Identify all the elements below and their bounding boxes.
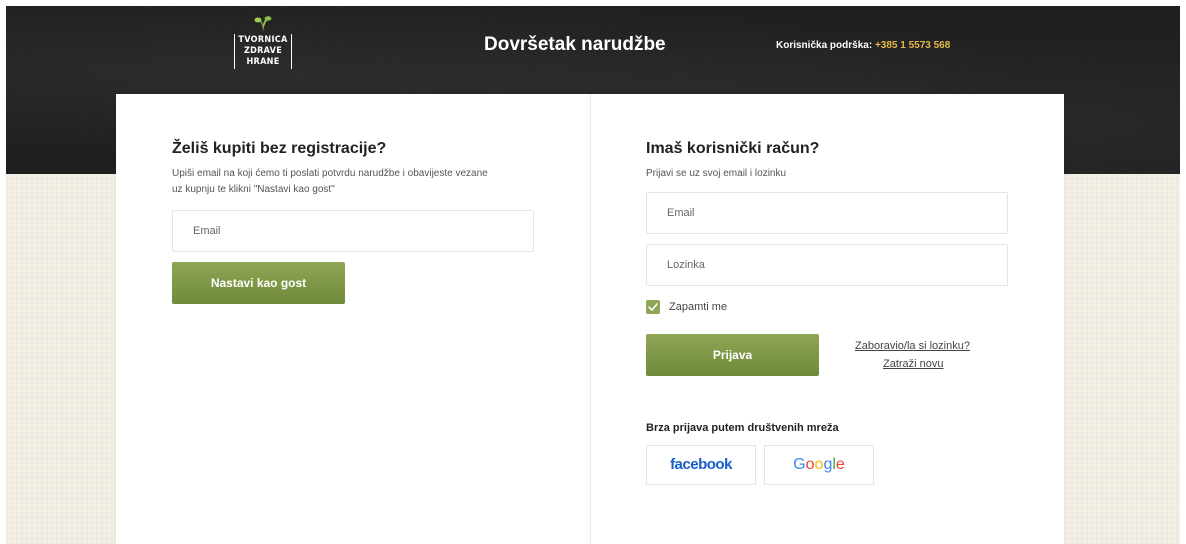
logo-line-1: TVORNICA: [238, 35, 288, 45]
login-description: Prijavi se uz svoj email i lozinku: [646, 168, 787, 179]
logo-line-2: ZDRAVE: [243, 46, 283, 56]
page-title: Dovršetak narudžbe: [484, 34, 666, 55]
guest-description: Upiši email na koji ćemo ti poslati potv…: [172, 166, 552, 198]
guest-description-line-1: Upiši email na koji ćemo ti poslati potv…: [172, 168, 488, 179]
forgot-password-link[interactable]: Zaboravio/la si lozinku?: [855, 340, 970, 352]
logo-line-3: HRANE: [246, 57, 280, 67]
support-info: Korisnička podrška: +385 1 5573 568: [776, 40, 950, 51]
facebook-login-button[interactable]: facebook: [646, 445, 756, 485]
google-letter: e: [835, 456, 845, 473]
logo-text: TVORNICA ZDRAVE HRANE: [234, 34, 292, 69]
google-login-button[interactable]: Google: [764, 445, 874, 485]
sprout-icon: [254, 16, 272, 32]
support-label: Korisnička podrška:: [776, 40, 873, 51]
login-button[interactable]: Prijava: [646, 334, 819, 376]
column-divider: [590, 94, 591, 544]
page-frame: TVORNICA ZDRAVE HRANE Dovršetak narudžbe…: [6, 6, 1180, 544]
checkout-card: Želiš kupiti bez registracije? Upiši ema…: [116, 94, 1064, 544]
login-email-input[interactable]: [646, 192, 1008, 234]
facebook-logo: facebook: [670, 456, 732, 473]
google-letter: G: [793, 456, 806, 473]
google-letter: g: [823, 456, 833, 473]
remember-me-checkbox[interactable]: [646, 300, 660, 314]
social-login-heading: Brza prijava putem društvenih mreža: [646, 422, 839, 434]
guest-description-line-2: uz kupnju te klikni "Nastavi kao gost": [172, 184, 335, 195]
google-letter: o: [805, 456, 815, 473]
login-password-input[interactable]: [646, 244, 1008, 286]
support-phone[interactable]: +385 1 5573 568: [875, 40, 950, 51]
check-icon: [648, 303, 658, 311]
guest-email-input[interactable]: [172, 210, 534, 252]
guest-heading: Želiš kupiti bez registracije?: [172, 140, 387, 157]
login-heading: Imaš korisnički račun?: [646, 140, 820, 157]
google-logo: Google: [793, 456, 845, 473]
remember-me-label[interactable]: Zapamti me: [669, 301, 727, 313]
logo[interactable]: TVORNICA ZDRAVE HRANE: [228, 16, 298, 96]
continue-as-guest-button[interactable]: Nastavi kao gost: [172, 262, 345, 304]
request-new-password-link[interactable]: Zatraži novu: [883, 358, 944, 370]
